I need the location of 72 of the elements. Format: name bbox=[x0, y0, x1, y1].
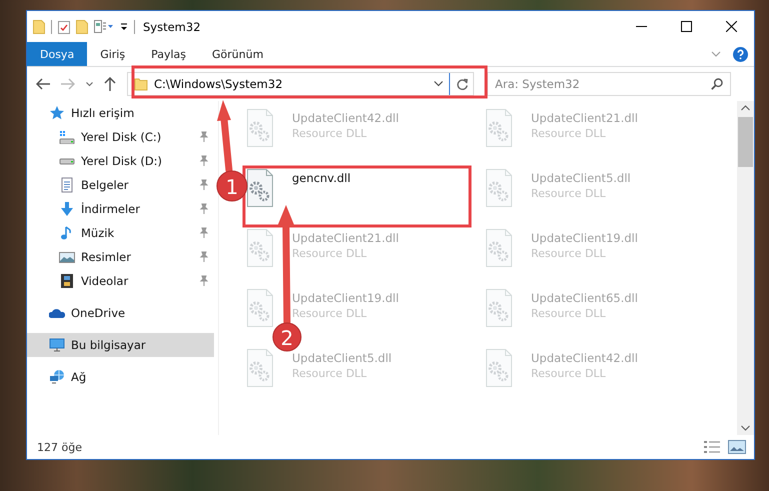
file-type: Resource DLL bbox=[531, 247, 607, 260]
drive-icon bbox=[59, 130, 75, 144]
file-type: Resource DLL bbox=[531, 187, 607, 200]
navigation-item[interactable]: OneDrive bbox=[27, 301, 214, 325]
properties-icon[interactable] bbox=[94, 20, 114, 34]
drive-icon bbox=[59, 158, 75, 164]
file-type: Resource DLL bbox=[531, 367, 607, 380]
navigation-item[interactable]: Yerel Disk (D:) bbox=[27, 149, 214, 173]
search-icon[interactable] bbox=[711, 78, 723, 90]
file-type: Resource DLL bbox=[531, 127, 607, 140]
chevron-down-icon[interactable] bbox=[711, 51, 721, 57]
navigation-item[interactable]: Ağ bbox=[27, 365, 214, 389]
navigation-item[interactable]: Müzik bbox=[27, 221, 214, 245]
address-bar[interactable]: C:\Windows\System32 bbox=[127, 72, 474, 96]
navigation-item[interactable]: Resimler bbox=[27, 245, 214, 269]
scroll-up-icon[interactable] bbox=[741, 105, 750, 111]
scrollbar-thumb[interactable] bbox=[738, 117, 753, 167]
file-type: Resource DLL bbox=[292, 367, 368, 380]
number-badge bbox=[272, 322, 302, 352]
checklist-icon[interactable] bbox=[58, 20, 70, 34]
pin-icon[interactable] bbox=[198, 203, 210, 215]
file-type: Resource DLL bbox=[531, 307, 607, 320]
navigation-item[interactable]: Hızlı erişim bbox=[27, 101, 214, 125]
pin-icon[interactable] bbox=[198, 131, 210, 143]
caret-icon[interactable] bbox=[86, 82, 93, 86]
window-title: System32 bbox=[143, 20, 201, 34]
dropdown-caret-icon[interactable] bbox=[434, 81, 443, 87]
search-field[interactable]: Ara: System32 bbox=[487, 72, 731, 96]
item-count: 127 öğe bbox=[37, 440, 82, 454]
file-type: Resource DLL bbox=[292, 127, 368, 140]
file-name[interactable]: gencnv.dll bbox=[292, 171, 351, 185]
close-icon bbox=[726, 21, 737, 32]
file-type: Resource DLL bbox=[292, 307, 368, 320]
file-type: Resource DLL bbox=[292, 247, 368, 260]
folder-icon[interactable] bbox=[76, 20, 88, 34]
document-icon bbox=[59, 177, 75, 193]
scroll-down-icon[interactable] bbox=[741, 425, 750, 431]
download-arrow-icon bbox=[59, 201, 75, 217]
folder-icon[interactable] bbox=[33, 20, 45, 34]
help-icon[interactable] bbox=[733, 46, 748, 62]
tiles-view-icon[interactable] bbox=[728, 440, 746, 454]
ribbon-tab[interactable]: Dosya bbox=[27, 42, 88, 66]
step-number: 2 bbox=[280, 326, 294, 350]
star-icon bbox=[49, 105, 65, 121]
pin-icon[interactable] bbox=[198, 227, 210, 239]
navigation-item[interactable]: Belgeler bbox=[27, 173, 214, 197]
navigation-item[interactable]: İndirmeler bbox=[27, 197, 214, 221]
monitor-icon bbox=[49, 337, 65, 353]
folder-icon bbox=[134, 77, 148, 91]
navigation-item[interactable]: Yerel Disk (C:) bbox=[27, 125, 214, 149]
navigation-item[interactable]: Bu bilgisayar bbox=[27, 333, 214, 357]
navigation-item[interactable]: Videolar bbox=[27, 269, 214, 293]
globe-monitor-icon bbox=[49, 369, 65, 385]
refresh-icon[interactable] bbox=[456, 78, 469, 90]
minimize-icon bbox=[636, 26, 647, 27]
customize-caret-icon[interactable] bbox=[120, 22, 128, 30]
gear-file-icon[interactable] bbox=[247, 169, 273, 207]
up-arrow-icon[interactable] bbox=[104, 77, 116, 91]
pin-icon[interactable] bbox=[198, 155, 210, 167]
details-view-icon[interactable] bbox=[704, 440, 720, 454]
step-number: 1 bbox=[226, 175, 238, 199]
address-path: C:\Windows\System32 bbox=[154, 77, 284, 91]
picture-icon bbox=[59, 249, 75, 265]
film-strip-icon bbox=[59, 273, 75, 289]
pin-icon[interactable] bbox=[198, 179, 210, 191]
maximize-icon bbox=[681, 21, 692, 32]
forward-arrow-icon[interactable] bbox=[61, 78, 75, 90]
number-badge bbox=[216, 170, 248, 202]
scrollbar[interactable] bbox=[737, 101, 754, 435]
back-arrow-icon[interactable] bbox=[36, 78, 50, 90]
pin-icon[interactable] bbox=[198, 275, 210, 287]
pin-icon[interactable] bbox=[198, 251, 210, 263]
